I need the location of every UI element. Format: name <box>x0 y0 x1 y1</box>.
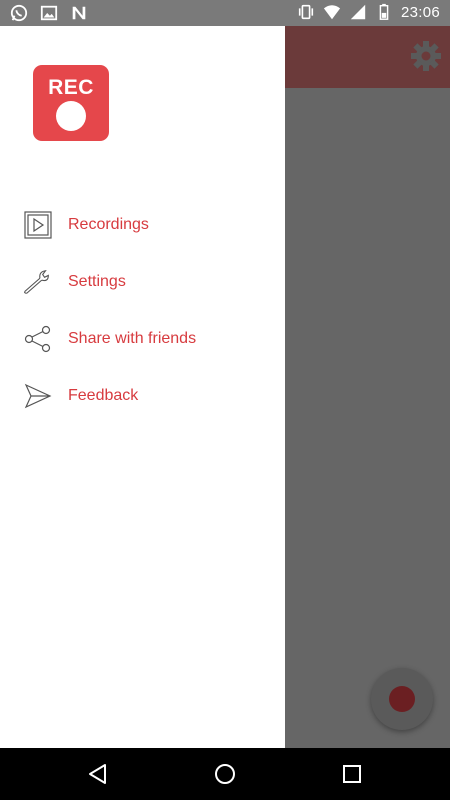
n-icon <box>72 6 86 20</box>
menu-item-label: Share with friends <box>68 329 197 347</box>
status-bar: 23:06 <box>0 0 450 26</box>
system-icons: 23:06 <box>297 3 440 21</box>
image-icon <box>40 5 58 21</box>
whatsapp-icon <box>10 4 28 22</box>
signal-icon <box>350 4 366 20</box>
home-icon[interactable] <box>213 762 237 786</box>
share-icon <box>23 324 53 354</box>
drawer-menu: Recordings Settings Share with friends F… <box>0 196 285 424</box>
back-icon[interactable] <box>86 762 110 786</box>
record-button[interactable] <box>371 668 433 730</box>
menu-item-feedback[interactable]: Feedback <box>0 367 285 424</box>
navigation-drawer: REC Recordings Settings Share with frien… <box>0 26 285 748</box>
vibrate-icon <box>298 4 314 20</box>
gear-icon[interactable] <box>410 40 442 72</box>
logo-text: REC <box>48 76 94 99</box>
menu-item-recordings[interactable]: Recordings <box>0 196 285 253</box>
app-logo: REC <box>33 65 109 141</box>
system-nav-bar <box>0 748 450 800</box>
wrench-icon <box>23 267 53 297</box>
wifi-icon <box>323 5 341 20</box>
clock: 23:06 <box>400 3 440 21</box>
recents-icon[interactable] <box>340 762 364 786</box>
record-dot-icon <box>389 686 415 712</box>
send-icon <box>23 381 53 411</box>
menu-item-share[interactable]: Share with friends <box>0 310 285 367</box>
notification-icons <box>10 4 88 22</box>
menu-item-label: Settings <box>68 272 126 290</box>
menu-item-settings[interactable]: Settings <box>0 253 285 310</box>
battery-icon <box>379 3 389 20</box>
logo-circle-icon <box>56 101 86 131</box>
play-box-icon <box>23 210 53 240</box>
menu-item-label: Recordings <box>68 215 149 233</box>
menu-item-label: Feedback <box>68 386 139 404</box>
